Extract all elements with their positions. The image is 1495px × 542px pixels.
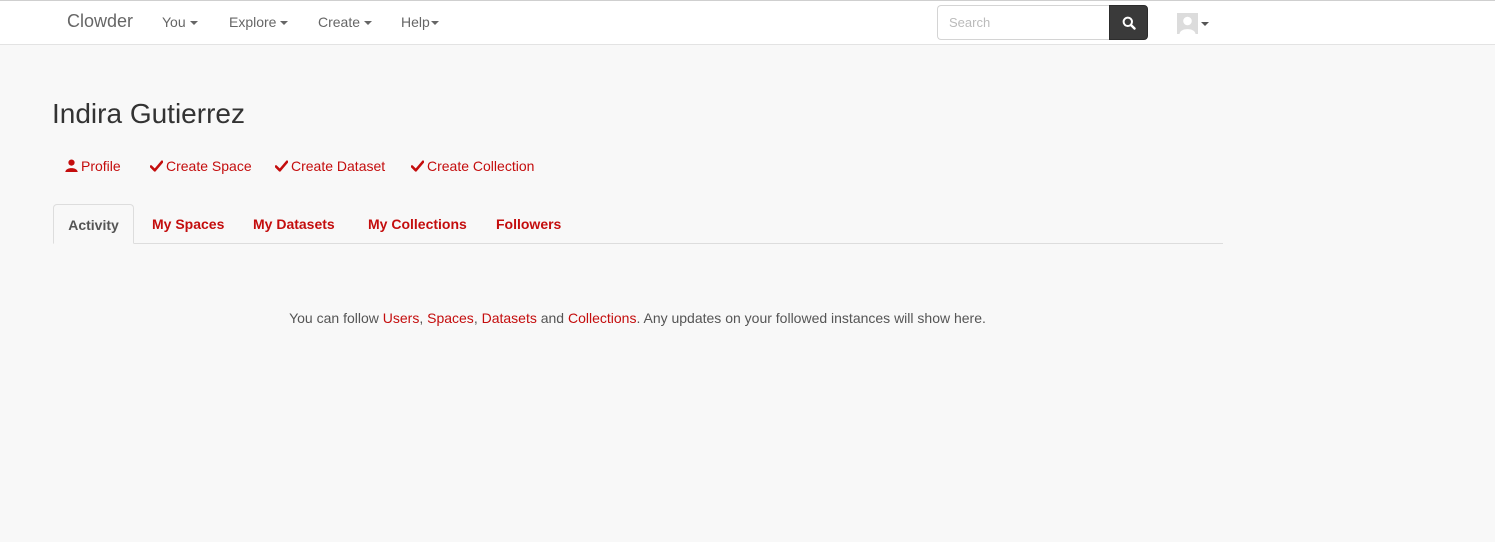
tab-followers[interactable]: Followers [496, 204, 561, 244]
tab-my-spaces[interactable]: My Spaces [152, 204, 224, 244]
profile-tabs: Activity My Spaces My Datasets My Collec… [53, 204, 1223, 244]
tab-activity[interactable]: Activity [53, 204, 134, 244]
follow-spaces-link[interactable]: Spaces [427, 310, 474, 326]
nav-menu-you-label: You [162, 14, 186, 30]
nav-menu-explore-label: Explore [229, 14, 277, 30]
user-avatar-icon [1177, 13, 1198, 34]
search-button[interactable] [1109, 5, 1148, 40]
caret-down-icon [364, 21, 373, 26]
nav-menu-help[interactable]: Help [401, 14, 439, 30]
tab-my-datasets[interactable]: My Datasets [253, 204, 335, 244]
activity-separator: , [419, 310, 424, 326]
activity-suffix: . Any updates on your followed instances… [636, 310, 986, 326]
create-space-label: Create Space [166, 158, 252, 174]
check-icon [410, 160, 425, 172]
user-icon [65, 159, 78, 172]
create-collection-link[interactable]: Create Collection [410, 158, 535, 174]
create-dataset-link[interactable]: Create Dataset [274, 158, 386, 174]
caret-down-icon [430, 21, 439, 26]
caret-down-icon [189, 21, 198, 26]
profile-link-label: Profile [81, 158, 121, 174]
activity-and: and [540, 310, 565, 326]
activity-empty-message: You can follow Users, Spaces, Datasets a… [0, 310, 1275, 326]
search-icon [1122, 16, 1136, 30]
nav-menu-create-label: Create [318, 14, 361, 30]
search-input[interactable] [937, 5, 1110, 40]
page-title: Indira Gutierrez [52, 98, 245, 129]
follow-collections-link[interactable]: Collections [568, 310, 636, 326]
nav-menu-you[interactable]: You [162, 14, 198, 30]
activity-separator: , [473, 310, 478, 326]
follow-users-link[interactable]: Users [383, 310, 420, 326]
caret-down-icon [1201, 22, 1209, 26]
create-dataset-label: Create Dataset [291, 158, 386, 174]
nav-menu-help-label: Help [401, 14, 430, 30]
top-navbar: Clowder You Explore Create Help [0, 0, 1495, 45]
activity-prefix: You can follow [289, 310, 379, 326]
check-icon [274, 160, 289, 172]
follow-datasets-link[interactable]: Datasets [482, 310, 537, 326]
brand-logo-link[interactable]: Clowder [67, 11, 133, 32]
profile-link[interactable]: Profile [65, 158, 121, 174]
create-collection-label: Create Collection [427, 158, 535, 174]
create-space-link[interactable]: Create Space [149, 158, 252, 174]
nav-menu-create[interactable]: Create [318, 14, 373, 30]
nav-menu-explore[interactable]: Explore [229, 14, 289, 30]
tab-my-collections[interactable]: My Collections [368, 204, 467, 244]
check-icon [149, 160, 164, 172]
caret-down-icon [280, 21, 289, 26]
